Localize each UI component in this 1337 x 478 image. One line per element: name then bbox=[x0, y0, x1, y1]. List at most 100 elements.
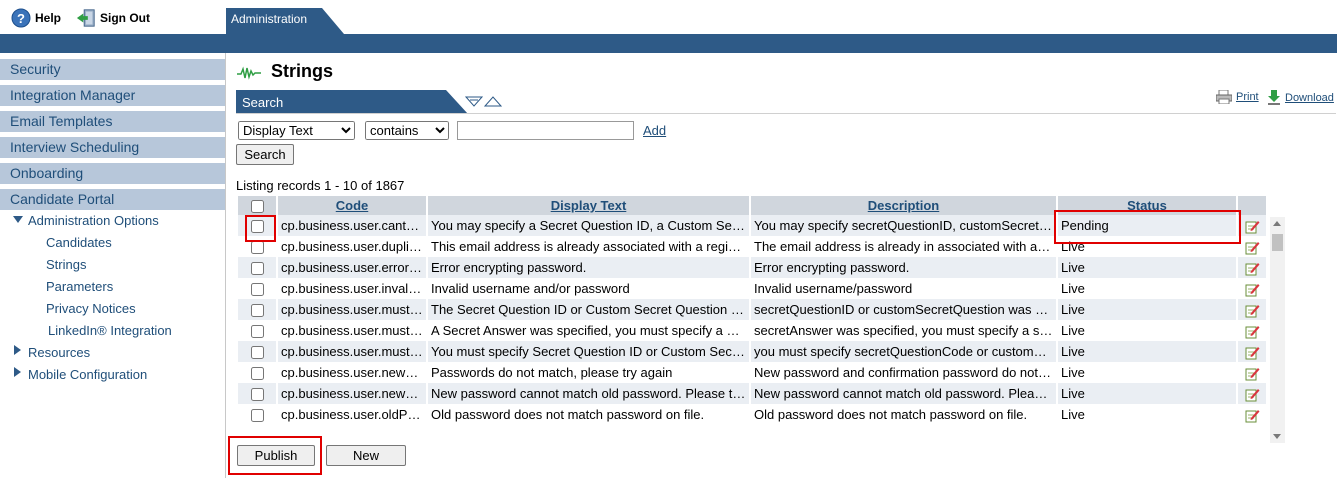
edit-icon[interactable] bbox=[1245, 303, 1260, 318]
tree-resources[interactable]: Resources bbox=[28, 345, 90, 360]
search-field-select[interactable]: Display Text bbox=[238, 121, 355, 140]
publish-button[interactable]: Publish bbox=[237, 445, 315, 466]
row-checkbox[interactable] bbox=[250, 325, 264, 339]
row-checkbox[interactable] bbox=[250, 220, 264, 234]
table-body: cp.business.user.cantSpecifySecretQuesti… bbox=[238, 215, 1268, 425]
table-scrollbar[interactable] bbox=[1270, 217, 1285, 443]
table-row[interactable]: cp.business.user.errorEncryptingPassword… bbox=[238, 257, 1268, 278]
table-row[interactable]: cp.business.user.invalidCredentialsInval… bbox=[238, 278, 1268, 299]
row-checkbox[interactable] bbox=[250, 283, 264, 297]
cell-status: Live bbox=[1058, 404, 1238, 425]
edit-cell bbox=[1238, 215, 1268, 236]
cell-display-text: Old password does not match password on … bbox=[428, 404, 751, 425]
search-panel-tab[interactable]: Search bbox=[236, 90, 468, 114]
cell-display-text: You must specify Secret Question ID or C… bbox=[428, 341, 751, 362]
edit-icon[interactable] bbox=[1245, 408, 1260, 423]
cell-status: Live bbox=[1058, 299, 1238, 320]
column-header-description[interactable]: Description bbox=[751, 196, 1058, 215]
header-band bbox=[0, 34, 1337, 53]
select-all-checkbox[interactable] bbox=[250, 200, 264, 214]
row-checkbox[interactable] bbox=[250, 409, 264, 423]
cell-status: Live bbox=[1058, 236, 1238, 257]
scroll-down-arrow-icon[interactable] bbox=[1273, 434, 1281, 439]
tree-item-linkedin-integration[interactable]: LinkedIn® Integration bbox=[48, 323, 172, 338]
table-row[interactable]: cp.business.user.mustSpecifySecretQuesti… bbox=[238, 341, 1268, 362]
column-header-status[interactable]: Status bbox=[1058, 196, 1238, 215]
row-checkbox[interactable] bbox=[250, 346, 264, 360]
edit-cell bbox=[1238, 362, 1268, 383]
tree-item-strings[interactable]: Strings bbox=[46, 257, 86, 272]
sidebar-item-candidate-portal[interactable]: Candidate Portal bbox=[0, 189, 225, 210]
print-link[interactable]: Print bbox=[1216, 90, 1259, 104]
edit-icon[interactable] bbox=[1245, 387, 1260, 402]
cell-display-text: A Secret Answer was specified, you must … bbox=[428, 320, 751, 341]
cell-code: cp.business.user.mustSpecifySecretQuesti… bbox=[278, 341, 428, 362]
row-checkbox[interactable] bbox=[250, 241, 264, 255]
tree-item-parameters[interactable]: Parameters bbox=[46, 279, 113, 294]
search-value-input[interactable] bbox=[457, 121, 634, 140]
edit-icon[interactable] bbox=[1245, 366, 1260, 381]
cell-code: cp.business.user.mustSpecifySecretQuesti… bbox=[278, 320, 428, 341]
edit-icon[interactable] bbox=[1245, 282, 1260, 297]
tree-administration-options[interactable]: Administration Options bbox=[28, 213, 159, 228]
sign-out-label: Sign Out bbox=[100, 11, 150, 25]
table-row[interactable]: cp.business.user.mustSpecifySecretAnswer… bbox=[238, 299, 1268, 320]
expanded-triangle-icon[interactable] bbox=[13, 216, 23, 223]
cell-status: Live bbox=[1058, 383, 1238, 404]
sidebar-item-interview-scheduling[interactable]: Interview Scheduling bbox=[0, 137, 225, 158]
tree-item-candidates[interactable]: Candidates bbox=[46, 235, 112, 250]
tab-administration[interactable]: Administration bbox=[226, 8, 344, 34]
sidebar-item-integration-manager[interactable]: Integration Manager bbox=[0, 85, 225, 106]
sidebar-item-email-templates[interactable]: Email Templates bbox=[0, 111, 225, 132]
search-operator-select[interactable]: contains bbox=[365, 121, 449, 140]
edit-cell bbox=[1238, 236, 1268, 257]
table-row[interactable]: cp.business.user.newPasswordMismatchPass… bbox=[238, 362, 1268, 383]
scroll-up-arrow-icon[interactable] bbox=[1273, 221, 1281, 226]
search-button[interactable]: Search bbox=[236, 144, 294, 165]
cell-display-text: The Secret Question ID or Custom Secret … bbox=[428, 299, 751, 320]
edit-icon[interactable] bbox=[1245, 219, 1260, 234]
collapsed-triangle-icon[interactable] bbox=[14, 367, 21, 377]
row-checkbox-cell bbox=[238, 215, 278, 236]
edit-icon[interactable] bbox=[1245, 240, 1260, 255]
table-row[interactable]: cp.business.user.oldPasswordMismatchOld … bbox=[238, 404, 1268, 425]
edit-icon[interactable] bbox=[1245, 345, 1260, 360]
row-checkbox[interactable] bbox=[250, 367, 264, 381]
collapsed-triangle-icon[interactable] bbox=[14, 345, 21, 355]
search-panel-tab-label: Search bbox=[242, 95, 284, 110]
cell-display-text: Error encrypting password. bbox=[428, 257, 751, 278]
cell-code: cp.business.user.mustSpecifySecretAnswer bbox=[278, 299, 428, 320]
tree-mobile-configuration[interactable]: Mobile Configuration bbox=[28, 367, 147, 382]
tree-item-privacy-notices[interactable]: Privacy Notices bbox=[46, 301, 136, 316]
help-icon: ? bbox=[11, 8, 31, 28]
sign-out-link[interactable]: Sign Out bbox=[76, 7, 150, 29]
new-button[interactable]: New bbox=[326, 445, 406, 466]
row-checkbox[interactable] bbox=[250, 262, 264, 276]
edit-cell bbox=[1238, 257, 1268, 278]
row-checkbox[interactable] bbox=[250, 304, 264, 318]
edit-icon[interactable] bbox=[1245, 324, 1260, 339]
cell-description: you must specify secretQuestionCode or c… bbox=[751, 341, 1058, 362]
download-label: Download bbox=[1285, 91, 1334, 104]
add-criteria-link[interactable]: Add bbox=[643, 123, 666, 138]
row-checkbox-cell bbox=[238, 383, 278, 404]
column-header-code[interactable]: Code bbox=[278, 196, 428, 215]
edit-icon[interactable] bbox=[1245, 261, 1260, 276]
table-row[interactable]: cp.business.user.mustSpecifySecretQuesti… bbox=[238, 320, 1268, 341]
table-row[interactable]: cp.business.user.cantSpecifySecretQuesti… bbox=[238, 215, 1268, 236]
download-link[interactable]: Download bbox=[1267, 90, 1334, 105]
table-row[interactable]: cp.business.user.duplicateEmailThis emai… bbox=[238, 236, 1268, 257]
scroll-thumb[interactable] bbox=[1272, 234, 1283, 251]
edit-cell bbox=[1238, 404, 1268, 425]
help-link[interactable]: ? Help bbox=[11, 7, 61, 29]
cell-description: The email address is already in associat… bbox=[751, 236, 1058, 257]
sidebar-item-onboarding[interactable]: Onboarding bbox=[0, 163, 225, 184]
expand-collapse-icon[interactable] bbox=[464, 96, 505, 111]
cell-description: Invalid username/password bbox=[751, 278, 1058, 299]
column-header-display-text[interactable]: Display Text bbox=[428, 196, 751, 215]
row-checkbox-cell bbox=[238, 362, 278, 383]
cell-display-text: You may specify a Secret Question ID, a … bbox=[428, 215, 751, 236]
row-checkbox[interactable] bbox=[250, 388, 264, 402]
sidebar-item-security[interactable]: Security bbox=[0, 59, 225, 80]
table-row[interactable]: cp.business.user.newPasswordSameAsOldNew… bbox=[238, 383, 1268, 404]
